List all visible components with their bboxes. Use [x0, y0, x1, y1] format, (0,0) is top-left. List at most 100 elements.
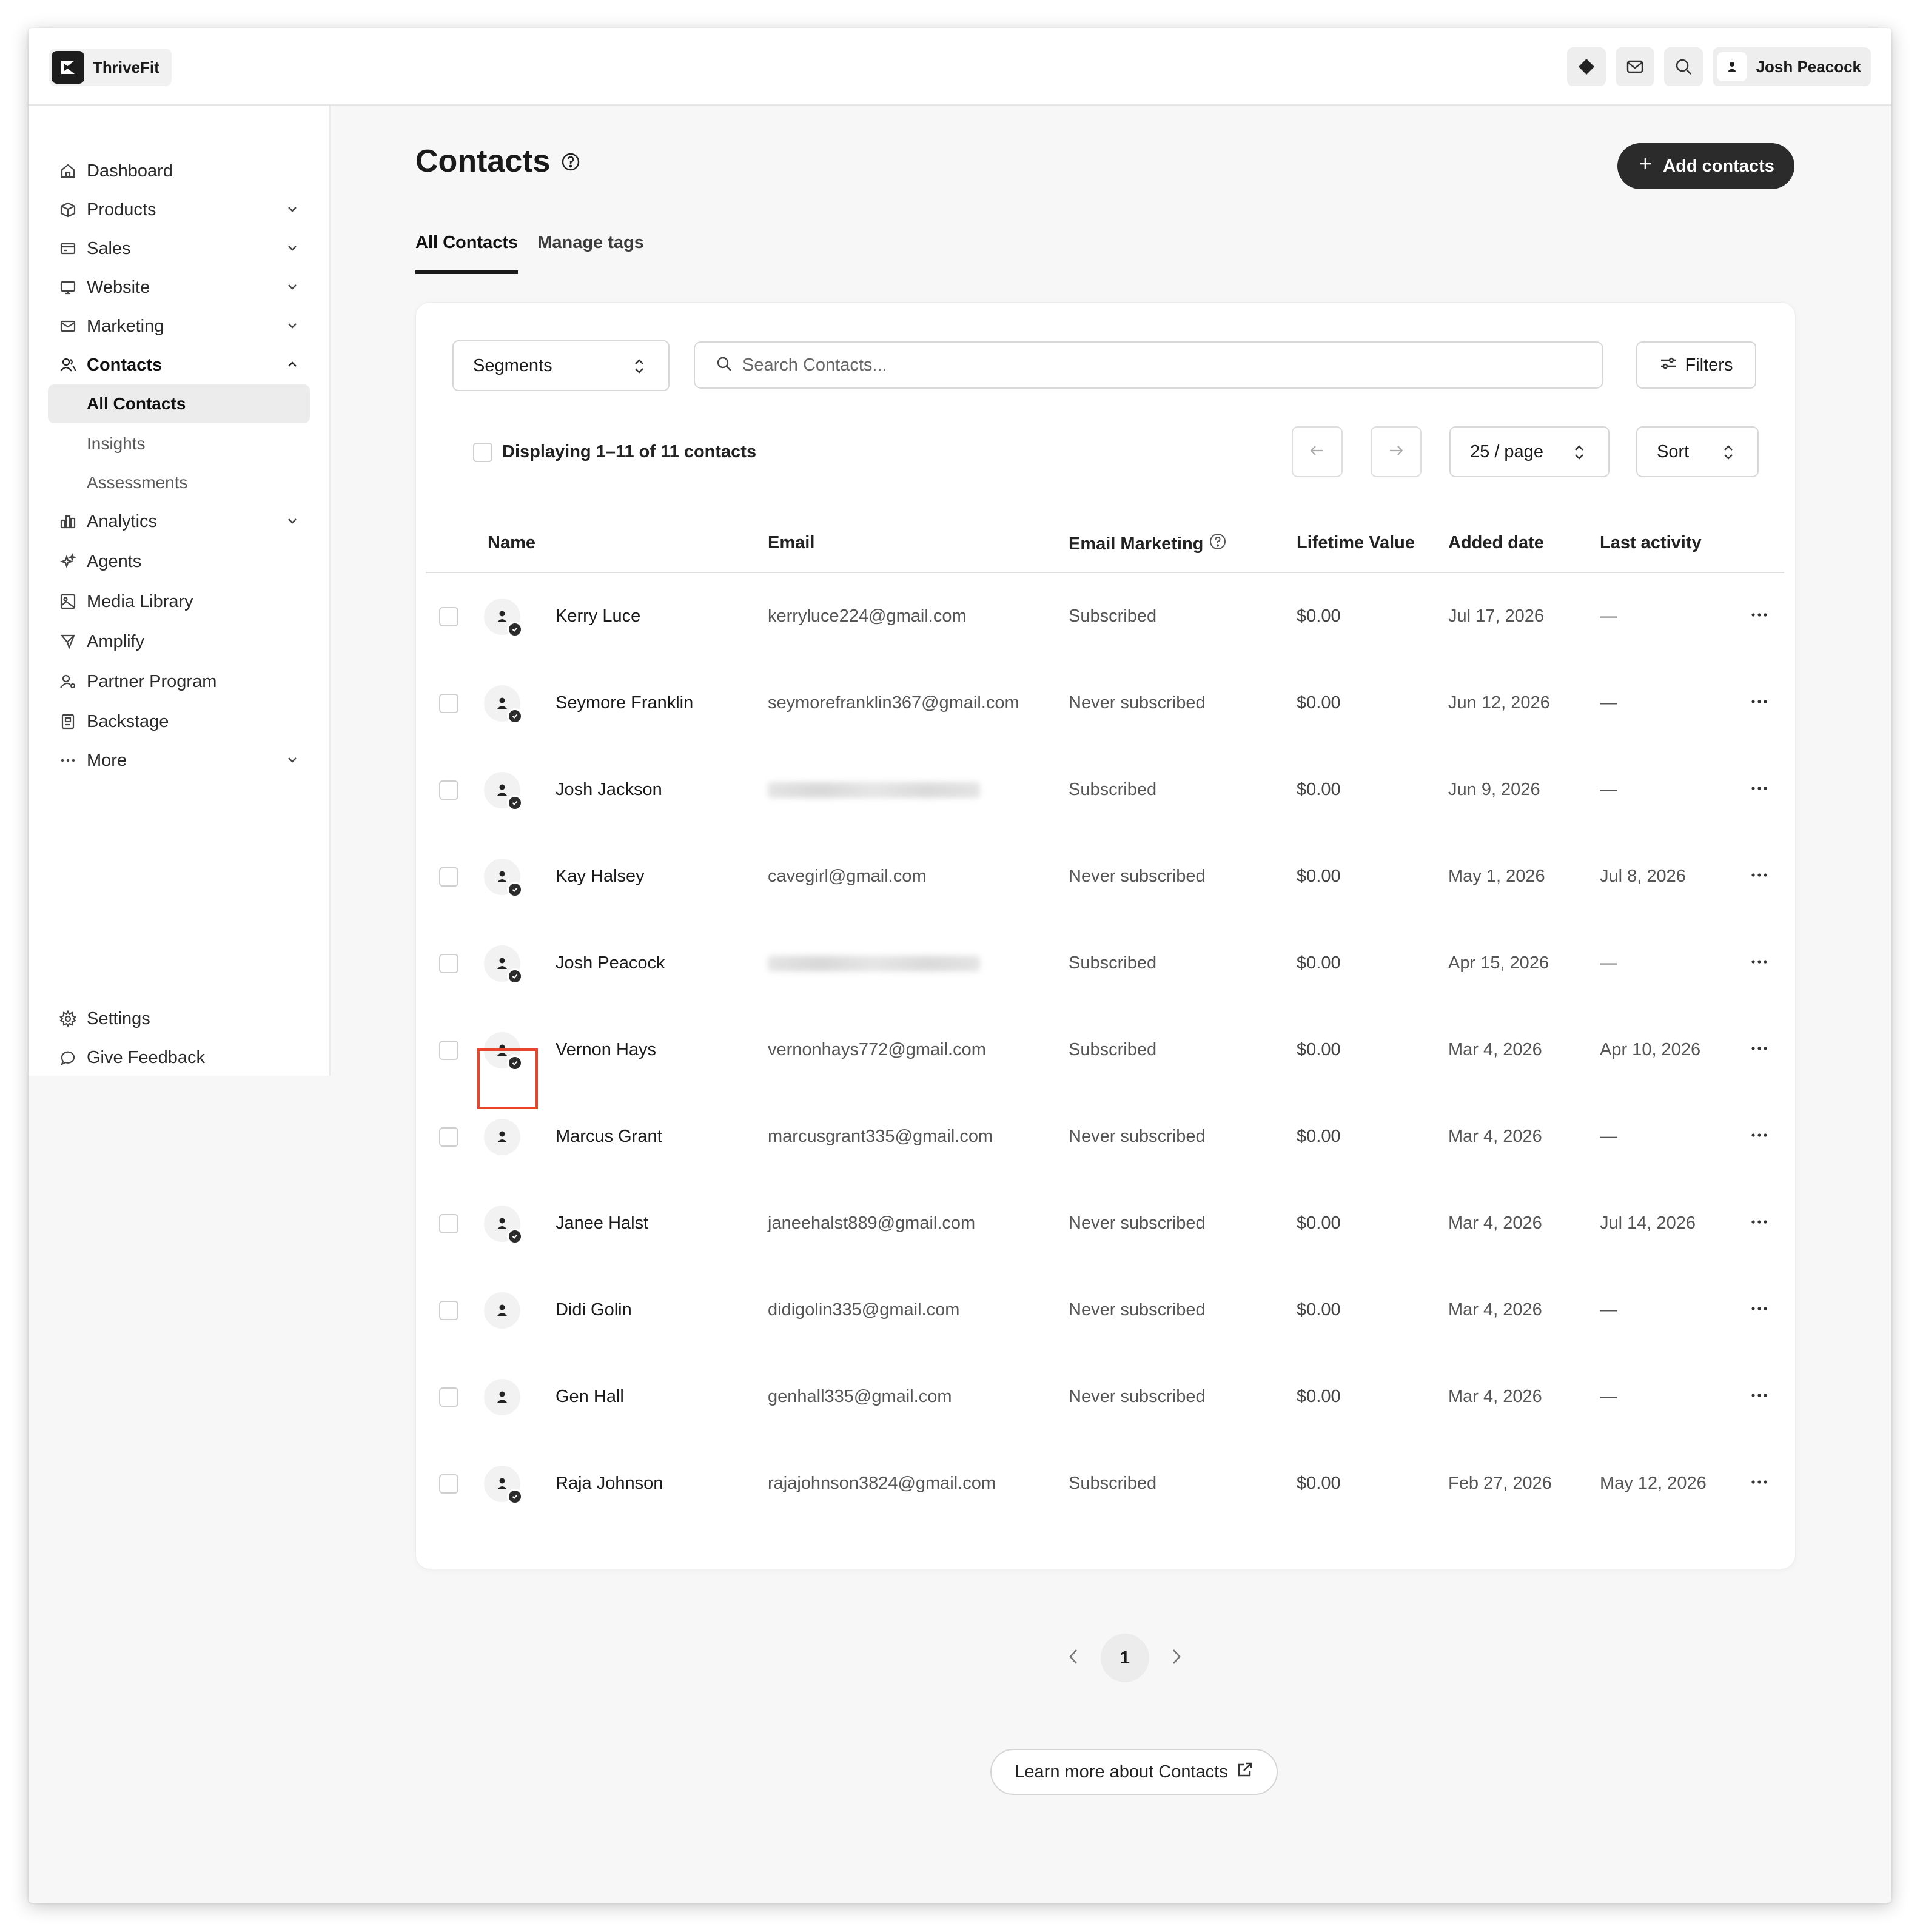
row-checkbox[interactable] [439, 1127, 458, 1147]
contact-avatar-icon[interactable] [484, 945, 523, 984]
sidebar-item-backstage[interactable]: Backstage [48, 702, 310, 741]
column-header-email[interactable]: Email [768, 533, 814, 553]
row-actions-icon[interactable] [1750, 689, 1768, 709]
help-circle-icon[interactable] [561, 143, 580, 179]
table-row[interactable]: Janee Halst janeehalst889@gmail.com Never … [416, 1180, 1796, 1267]
select-all-checkbox[interactable] [473, 442, 492, 462]
row-checkbox[interactable] [439, 1387, 458, 1407]
row-actions-icon[interactable] [1750, 1209, 1768, 1230]
prev-page-button[interactable] [1292, 426, 1343, 477]
contact-name[interactable]: Kerry Luce [556, 573, 640, 660]
contact-avatar-icon[interactable] [484, 1379, 520, 1415]
contact-name[interactable]: Janee Halst [556, 1180, 648, 1267]
user-menu[interactable]: Josh Peacock [1712, 47, 1871, 86]
contact-avatar-icon[interactable] [484, 772, 523, 811]
column-header-email-marketing[interactable]: Email Marketing [1069, 533, 1226, 555]
contact-name[interactable]: Josh Jackson [556, 746, 662, 833]
row-checkbox[interactable] [439, 954, 458, 973]
contact-email[interactable] [768, 746, 980, 833]
sidebar-item-agents[interactable]: Agents [48, 542, 310, 581]
column-header-last-activity[interactable]: Last activity [1600, 533, 1702, 553]
chevron-left-icon[interactable] [1066, 1646, 1083, 1670]
row-checkbox[interactable] [439, 1301, 458, 1320]
table-row[interactable]: Marcus Grant marcusgrant335@gmail.com Neve… [416, 1093, 1796, 1180]
table-row[interactable]: Josh Peacock Subscribed $0.00 Apr 15, 2026 — [416, 920, 1796, 1007]
table-row[interactable]: Kerry Luce kerryluce224@gmail.com Subscrib… [416, 573, 1796, 660]
search-input[interactable] [742, 355, 1591, 375]
filters-button[interactable]: Filters [1636, 341, 1756, 389]
contact-email[interactable]: didigolin335@gmail.com [768, 1267, 959, 1353]
learn-more-button[interactable]: Learn more about Contacts [990, 1749, 1278, 1795]
contact-name[interactable]: Josh Peacock [556, 920, 665, 1007]
contact-name[interactable]: Vernon Hays [556, 1007, 656, 1093]
sidebar-item-contacts[interactable]: Contacts [48, 346, 310, 384]
row-actions-icon[interactable] [1750, 1036, 1768, 1056]
sidebar-item-partner-program[interactable]: Partner Program [48, 662, 310, 701]
row-actions-icon[interactable] [1750, 949, 1768, 970]
sidebar-item-sales[interactable]: Sales [48, 229, 310, 268]
sidebar-item-marketing[interactable]: Marketing [48, 307, 310, 346]
next-page-button[interactable] [1371, 426, 1422, 477]
contact-name[interactable]: Seymore Franklin [556, 660, 693, 746]
contact-avatar-icon[interactable] [484, 1292, 520, 1329]
column-header-lifetime-value[interactable]: Lifetime Value [1297, 533, 1415, 553]
sidebar-item-website[interactable]: Website [48, 268, 310, 307]
contact-avatar-icon[interactable] [484, 685, 523, 724]
contact-email[interactable]: seymorefranklin367@gmail.com [768, 660, 1019, 746]
table-row[interactable]: Kay Halsey cavegirl@gmail.com Never subscr… [416, 833, 1796, 920]
contact-name[interactable]: Gen Hall [556, 1353, 624, 1440]
chevron-right-icon[interactable] [1167, 1646, 1184, 1670]
row-actions-icon[interactable] [1750, 862, 1768, 883]
table-row[interactable]: Seymore Franklin seymorefranklin367@gmail… [416, 660, 1796, 746]
contact-email[interactable]: janeehalst889@gmail.com [768, 1180, 975, 1267]
row-checkbox[interactable] [439, 867, 458, 887]
contact-avatar-icon[interactable] [484, 859, 523, 897]
contact-email[interactable]: genhall335@gmail.com [768, 1353, 952, 1440]
contact-avatar-icon[interactable] [484, 1466, 523, 1504]
sidebar-item-media-library[interactable]: Media Library [48, 582, 310, 621]
sidebar-item-settings[interactable]: Settings [48, 999, 310, 1038]
row-checkbox[interactable] [439, 607, 458, 626]
sidebar-item-amplify[interactable]: Amplify [48, 622, 310, 661]
row-checkbox[interactable] [439, 1214, 458, 1233]
row-checkbox[interactable] [439, 1474, 458, 1494]
contact-email[interactable]: kerryluce224@gmail.com [768, 573, 967, 660]
per-page-select[interactable]: 25 / page [1449, 426, 1610, 477]
row-actions-icon[interactable] [1750, 776, 1768, 796]
contact-email[interactable]: marcusgrant335@gmail.com [768, 1093, 993, 1180]
tab-manage-tags[interactable]: Manage tags [537, 233, 644, 274]
sidebar-subitem-assessments[interactable]: Assessments [48, 463, 310, 502]
row-checkbox[interactable] [439, 1041, 458, 1060]
add-contacts-button[interactable]: Add contacts [1617, 143, 1794, 189]
tab-all-contacts[interactable]: All Contacts [415, 233, 519, 274]
page-number-current[interactable]: 1 [1101, 1634, 1149, 1682]
contact-avatar-icon[interactable] [484, 599, 523, 637]
contact-avatar-icon[interactable] [484, 1206, 523, 1244]
contact-email[interactable]: cavegirl@gmail.com [768, 833, 927, 920]
table-row[interactable]: Didi Golin didigolin335@gmail.com Never su… [416, 1267, 1796, 1353]
row-actions-icon[interactable] [1750, 1296, 1768, 1317]
sidebar-subitem-all-contacts[interactable]: All Contacts [48, 384, 310, 423]
sidebar-item-more[interactable]: More [48, 741, 310, 780]
contact-name[interactable]: Didi Golin [556, 1267, 632, 1353]
segments-select[interactable]: Segments [452, 340, 670, 391]
column-header-name[interactable]: Name [488, 533, 535, 553]
row-actions-icon[interactable] [1750, 1469, 1768, 1490]
row-actions-icon[interactable] [1750, 1383, 1768, 1403]
help-circle-icon[interactable] [1209, 533, 1226, 555]
table-row[interactable]: Raja Johnson rajajohnson3824@gmail.com Sub… [416, 1440, 1796, 1527]
contact-name[interactable]: Kay Halsey [556, 833, 645, 920]
row-checkbox[interactable] [439, 780, 458, 800]
diamond-icon[interactable] [1566, 47, 1606, 86]
table-row[interactable]: Josh Jackson Subscribed $0.00 Jun 9, 2026 — [416, 746, 1796, 833]
table-row[interactable]: Gen Hall genhall335@gmail.com Never subscr… [416, 1353, 1796, 1440]
contact-email[interactable]: vernonhays772@gmail.com [768, 1007, 986, 1093]
row-actions-icon[interactable] [1750, 602, 1768, 623]
sort-select[interactable]: Sort [1636, 426, 1759, 477]
sidebar-item-give-feedback[interactable]: Give Feedback [48, 1038, 310, 1077]
contact-email[interactable]: rajajohnson3824@gmail.com [768, 1440, 996, 1527]
contact-name[interactable]: Raja Johnson [556, 1440, 663, 1527]
sidebar-item-products[interactable]: Products [48, 190, 310, 229]
search-input-wrapper[interactable] [694, 341, 1603, 389]
row-actions-icon[interactable] [1750, 1122, 1768, 1143]
